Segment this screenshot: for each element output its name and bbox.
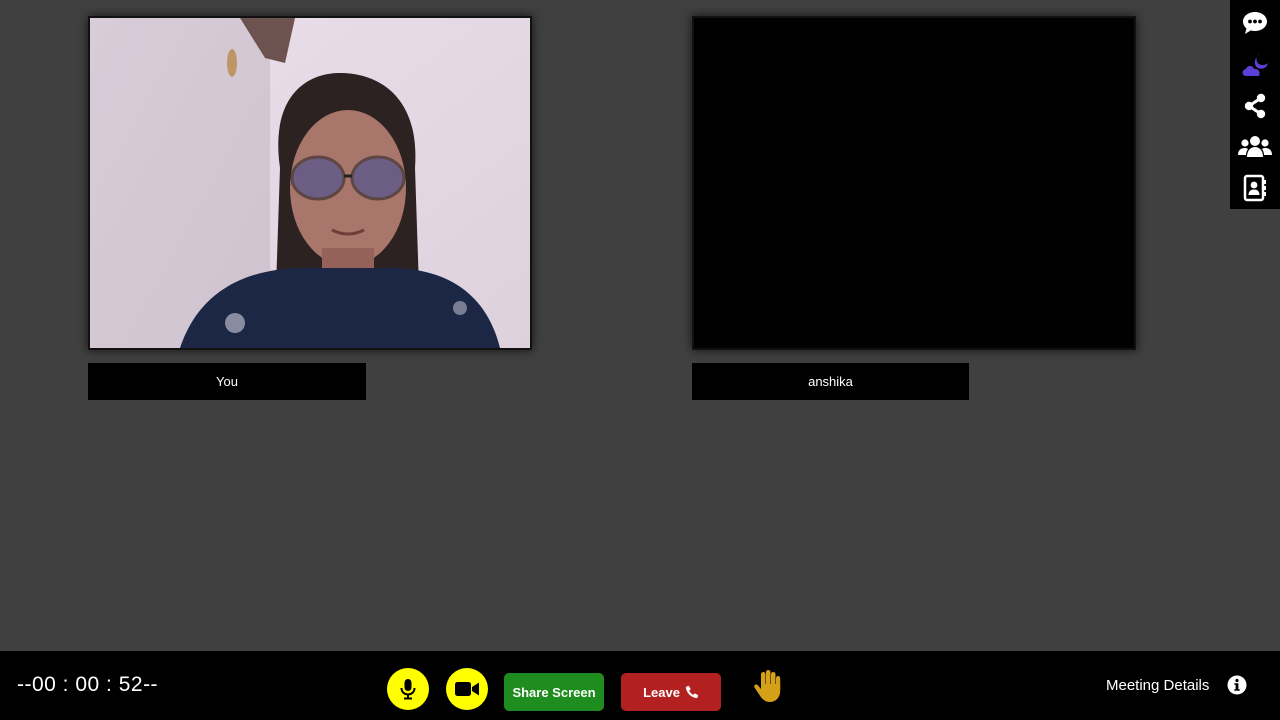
share-screen-button[interactable]: Share Screen xyxy=(504,673,604,711)
microphone-icon xyxy=(400,679,416,700)
participants-button[interactable] xyxy=(1230,126,1280,167)
call-timer: --00 : 00 : 52-- xyxy=(17,673,159,696)
remote-video-tile xyxy=(692,16,1136,350)
leave-label: Leave xyxy=(643,684,680,700)
raise-hand-icon xyxy=(754,670,781,702)
self-video-tile xyxy=(88,16,532,350)
self-video-feed xyxy=(90,18,530,348)
night-mode-icon xyxy=(1242,53,1268,77)
leave-call-button[interactable]: Leave xyxy=(621,673,721,711)
camera-toggle-button[interactable] xyxy=(446,668,488,710)
share-icon xyxy=(1244,93,1266,118)
share-screen-label: Share Screen xyxy=(512,684,596,700)
contacts-button[interactable] xyxy=(1230,168,1280,209)
video-camera-icon xyxy=(455,682,479,696)
phone-icon xyxy=(685,685,699,699)
meeting-details-button[interactable]: Meeting Details xyxy=(1106,677,1209,694)
chat-icon xyxy=(1243,11,1267,34)
info-icon[interactable] xyxy=(1227,675,1247,695)
share-link-button[interactable] xyxy=(1230,85,1280,126)
night-mode-button[interactable] xyxy=(1230,43,1280,84)
right-sidebar xyxy=(1230,0,1280,209)
remote-name-tag: anshika xyxy=(692,363,969,400)
participants-icon xyxy=(1238,135,1272,157)
self-name-tag: You xyxy=(88,363,366,400)
raise-hand-button[interactable] xyxy=(750,668,786,704)
chat-button[interactable] xyxy=(1230,2,1280,43)
bottom-toolbar: --00 : 00 : 52-- Share Screen Leave Meet… xyxy=(0,651,1280,720)
meeting-room: You anshika --00: 00: 52-- Share Scree… xyxy=(0,0,1280,720)
mic-toggle-button[interactable] xyxy=(387,668,429,710)
contacts-icon xyxy=(1243,175,1266,202)
